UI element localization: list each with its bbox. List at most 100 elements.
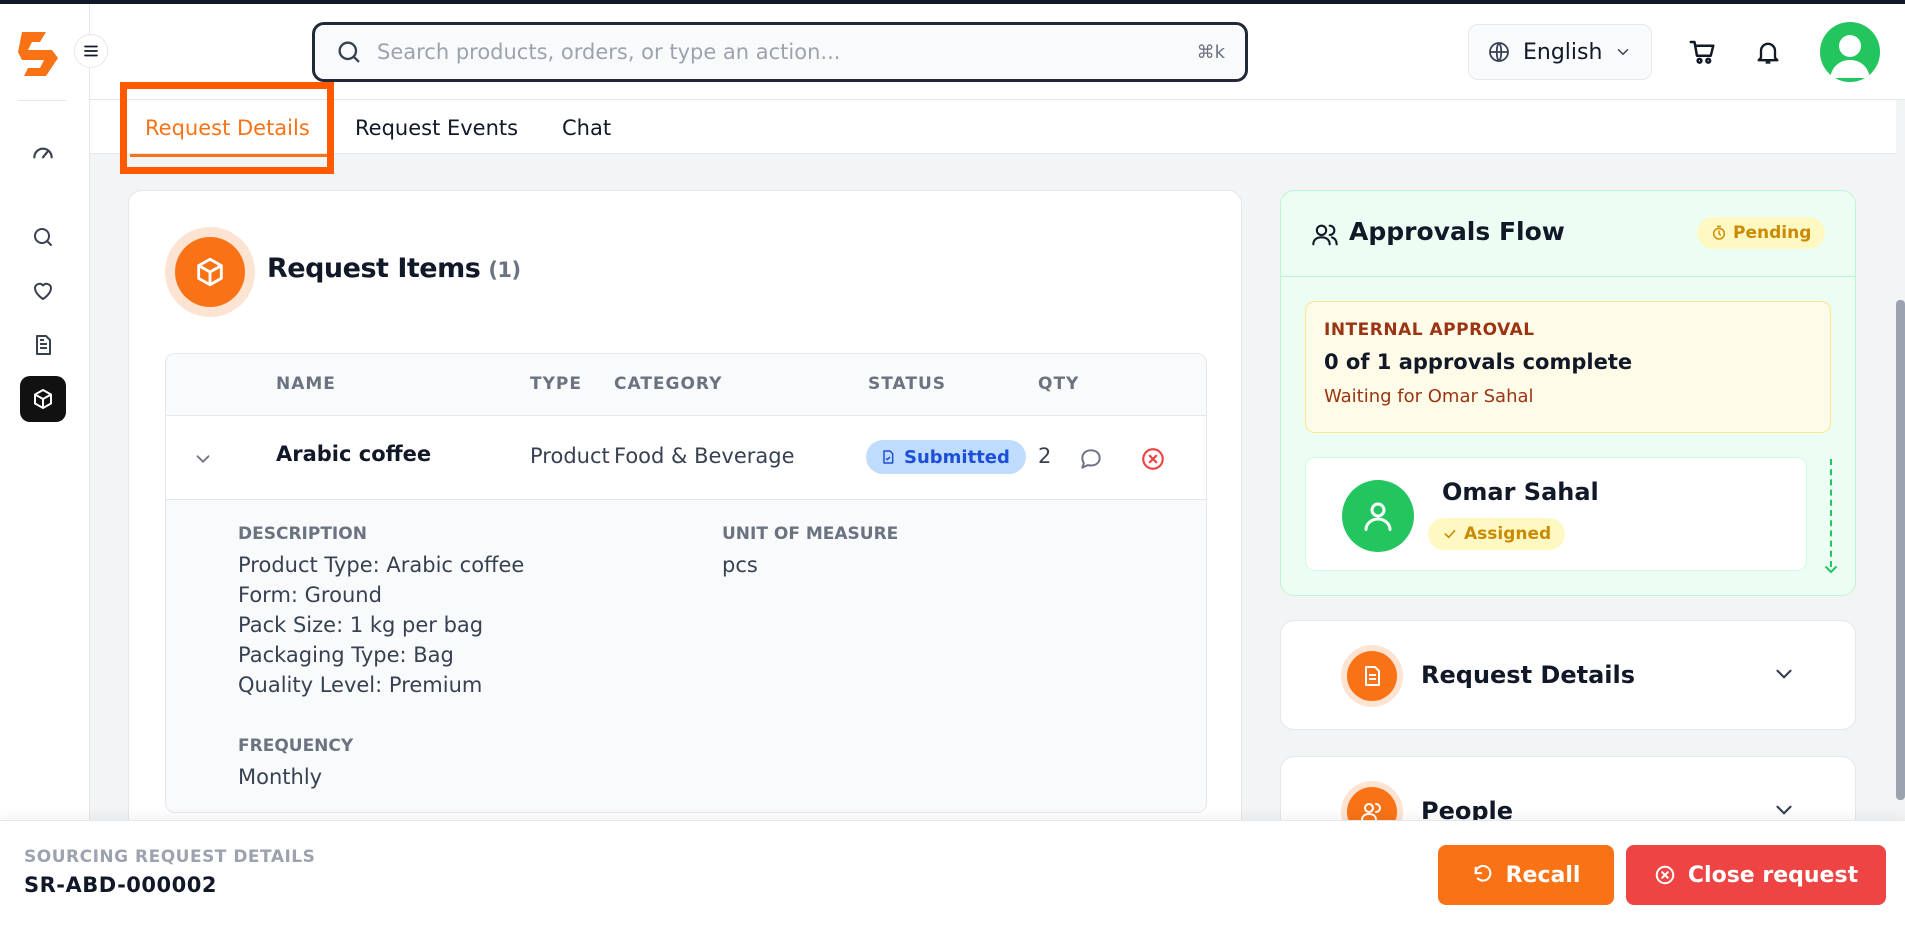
logo-icon[interactable]: [18, 28, 62, 80]
approver-avatar: [1342, 480, 1414, 552]
search-shortcut-hint: ⌘k: [1196, 41, 1225, 63]
tab-request-details[interactable]: Request Details: [135, 106, 320, 150]
status-badge-label: Submitted: [904, 446, 1010, 468]
users-icon: [1312, 224, 1338, 246]
hamburger-icon: [84, 45, 98, 57]
request-details-title: Request Details: [1421, 661, 1636, 689]
column-header-qty[interactable]: QTY: [1038, 374, 1079, 394]
frequency-value: Monthly: [238, 765, 323, 789]
internal-approval-label: INTERNAL APPROVAL: [1324, 320, 1535, 340]
bell-icon: [1757, 42, 1779, 64]
footer-bar: SOURCING REQUEST DETAILS SR-ABD-000002 R…: [0, 820, 1905, 925]
request-details-section[interactable]: Request Details: [1280, 620, 1856, 730]
notifications-button[interactable]: [1750, 34, 1786, 70]
timer-icon: [1712, 225, 1726, 240]
search-icon: [34, 228, 52, 246]
chevron-down-icon[interactable]: [1771, 661, 1797, 687]
approval-status-label: Pending: [1733, 223, 1812, 243]
description-text: Product Type: Arabic coffee Form: Ground…: [238, 550, 524, 700]
package-icon: [197, 257, 223, 287]
approvals-title: Approvals Flow: [1349, 217, 1565, 246]
dashboard-icon: [33, 147, 53, 159]
document-list-icon: [1365, 666, 1380, 686]
footer-label: SOURCING REQUEST DETAILS: [24, 847, 316, 867]
tab-bar: Request Details Request Events Chat: [90, 100, 1905, 157]
arrow-down-icon: [1825, 566, 1837, 574]
approvals-progress: 0 of 1 approvals complete: [1324, 350, 1633, 374]
chevron-down-icon[interactable]: [192, 448, 214, 470]
column-header-status[interactable]: STATUS: [868, 374, 946, 394]
description-line: Product Type: Arabic coffee: [238, 553, 525, 577]
close-request-button[interactable]: Close request: [1626, 845, 1886, 905]
tab-request-events[interactable]: Request Events: [345, 106, 528, 150]
approvals-flow-card: Approvals Flow Pending INTERNAL APPROVAL…: [1280, 190, 1856, 596]
items-badge: [165, 227, 255, 317]
frequency-label: FREQUENCY: [238, 736, 354, 756]
description-line: Pack Size: 1 kg per bag: [238, 613, 484, 637]
file-check-icon: [883, 450, 894, 464]
approver-status-label: Assigned: [1464, 524, 1552, 544]
flow-connector: [1830, 459, 1832, 567]
close-circle-icon: [1655, 865, 1675, 885]
approval-status-badge: Pending: [1697, 217, 1826, 249]
request-items-card: Request Items (1) NAME TYPE CATEGORY STAT…: [128, 190, 1242, 925]
close-request-button-label: Close request: [1687, 862, 1859, 888]
cart-icon: [1689, 40, 1715, 64]
uom-value: pcs: [722, 553, 758, 577]
scrollbar-thumb[interactable]: [1896, 300, 1905, 800]
sidebar-item-search[interactable]: [20, 214, 66, 260]
request-id: SR-ABD-000002: [24, 873, 217, 897]
remove-item-icon[interactable]: [1140, 446, 1166, 472]
search-bar[interactable]: ⌘k: [312, 22, 1248, 82]
internal-approval-box: INTERNAL APPROVAL 0 of 1 approvals compl…: [1305, 301, 1831, 433]
item-qty: 2: [1038, 444, 1052, 468]
table-header: NAME TYPE CATEGORY STATUS QTY: [166, 354, 1206, 416]
column-header-category[interactable]: CATEGORY: [614, 374, 722, 394]
recall-button[interactable]: Recall: [1438, 845, 1614, 905]
menu-toggle-button[interactable]: [74, 34, 108, 68]
active-tab-indicator: [130, 154, 330, 157]
sidebar-item-documents[interactable]: [20, 322, 66, 368]
request-items-title: Request Items (1): [267, 253, 521, 284]
chevron-down-icon: [1618, 49, 1629, 56]
approver-name: Omar Sahal: [1442, 478, 1599, 506]
search-icon: [338, 41, 360, 63]
uom-label: UNIT OF MEASURE: [722, 524, 899, 544]
item-type: Product: [530, 444, 610, 468]
check-icon: [1444, 529, 1456, 539]
package-icon: [34, 389, 52, 409]
table-row[interactable]: Arabic coffee Product Food & Beverage Su…: [166, 416, 1206, 500]
user-icon: [1830, 35, 1870, 78]
cart-button[interactable]: [1684, 34, 1720, 70]
tab-chat[interactable]: Chat: [552, 106, 621, 150]
user-icon: [1364, 502, 1392, 531]
status-badge: Submitted: [866, 440, 1026, 474]
recall-button-label: Recall: [1505, 862, 1581, 888]
document-icon: [36, 335, 51, 355]
sidebar-item-favorites[interactable]: [20, 268, 66, 314]
column-header-name[interactable]: NAME: [276, 374, 336, 394]
approvals-header: Approvals Flow Pending: [1281, 191, 1855, 277]
globe-icon: [1489, 42, 1509, 62]
heart-icon: [34, 282, 52, 300]
language-label: English: [1523, 39, 1603, 65]
request-items-count: (1): [488, 258, 521, 282]
approver-card[interactable]: Omar Sahal Assigned: [1305, 457, 1807, 571]
comment-icon[interactable]: [1078, 446, 1104, 472]
top-header: ⌘k English: [90, 4, 1905, 100]
language-selector[interactable]: English: [1468, 24, 1652, 80]
column-header-type[interactable]: TYPE: [530, 374, 582, 394]
undo-icon: [1474, 864, 1491, 882]
search-input[interactable]: [377, 40, 1197, 64]
description-line: Form: Ground: [238, 583, 382, 607]
user-avatar[interactable]: [1820, 22, 1880, 82]
sidebar-item-dashboard[interactable]: [20, 130, 66, 176]
item-name: Arabic coffee: [276, 442, 432, 466]
sidebar: [0, 4, 90, 925]
sidebar-item-requests[interactable]: [20, 376, 66, 422]
sidebar-divider: [18, 100, 66, 101]
item-details-panel: DESCRIPTION Product Type: Arabic coffee …: [166, 500, 1206, 812]
approver-status-badge: Assigned: [1428, 518, 1566, 550]
approvals-waiting-text: Waiting for Omar Sahal: [1324, 386, 1534, 407]
description-line: Quality Level: Premium: [238, 673, 483, 697]
